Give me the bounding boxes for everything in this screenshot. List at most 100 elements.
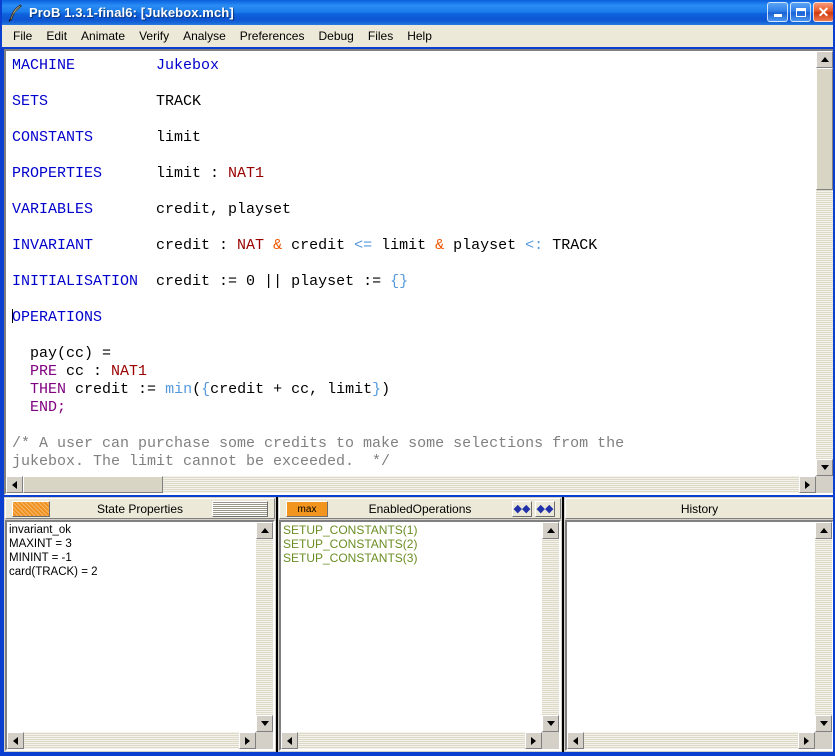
editor-scroll-thumb[interactable]	[816, 68, 833, 190]
chevron-down-icon	[820, 721, 828, 726]
history-header: History	[565, 498, 834, 519]
editor-horizontal-scrollbar[interactable]	[6, 476, 816, 493]
enabled-operations-title: EnabledOperations	[369, 502, 472, 516]
chevron-down-icon	[821, 465, 829, 470]
menu-item-animate[interactable]: Animate	[74, 27, 132, 45]
code-token: THEN	[30, 381, 66, 398]
code-line: PRE cc : NAT1	[12, 363, 816, 381]
code-token: MACHINE	[12, 57, 75, 74]
chevron-up-icon	[820, 528, 828, 533]
state-properties-options-button[interactable]	[212, 501, 268, 517]
source-code-text[interactable]: MACHINE Jukebox SETS TRACK CONSTANTS lim…	[6, 51, 816, 476]
scroll-right-button[interactable]	[798, 732, 815, 749]
history-vertical-scrollbar[interactable]	[815, 522, 832, 732]
code-line	[12, 147, 816, 165]
chevron-left-icon	[13, 737, 18, 745]
scroll-right-button[interactable]	[525, 732, 542, 749]
code-token: SETS	[12, 93, 48, 110]
enabled-operations-body: SETUP_CONSTANTS(1)SETUP_CONSTANTS(2)SETU…	[279, 520, 561, 751]
state-properties-horizontal-scrollbar[interactable]	[7, 732, 256, 749]
code-line: MACHINE Jukebox	[12, 57, 816, 75]
scroll-up-button[interactable]	[542, 522, 559, 539]
scroll-left-button[interactable]	[281, 732, 298, 749]
code-token: Jukebox	[156, 57, 219, 74]
code-line: VARIABLES credit, playset	[12, 201, 816, 219]
code-token: PRE	[30, 363, 57, 380]
code-line: THEN credit := min({credit + cc, limit})	[12, 381, 816, 399]
enabled-operations-list[interactable]: SETUP_CONSTANTS(1)SETUP_CONSTANTS(2)SETU…	[281, 522, 542, 732]
code-line	[12, 111, 816, 129]
state-properties-list[interactable]: invariant_okMAXINT = 3MININT = -1card(TR…	[7, 522, 256, 732]
list-item[interactable]: MAXINT = 3	[9, 537, 256, 551]
menu-item-analyse[interactable]: Analyse	[176, 27, 233, 45]
enabled-operations-vertical-scrollbar[interactable]	[542, 522, 559, 732]
scroll-up-button[interactable]	[256, 522, 273, 539]
code-token: {	[201, 381, 210, 398]
code-token: END;	[30, 399, 66, 416]
scroll-left-button[interactable]	[6, 476, 23, 493]
list-item[interactable]: SETUP_CONSTANTS(1)	[283, 523, 542, 537]
enabled-operations-horizontal-scrollbar[interactable]	[281, 732, 542, 749]
code-token: credit :	[156, 237, 237, 254]
scroll-down-button[interactable]	[816, 459, 833, 476]
list-item[interactable]: SETUP_CONSTANTS(2)	[283, 537, 542, 551]
code-line	[12, 183, 816, 201]
menu-item-file[interactable]: File	[6, 27, 39, 45]
scrollbar-corner	[256, 732, 273, 749]
enabled-operations-header: max EnabledOperations ◆◆ ◆◆	[279, 498, 561, 519]
source-editor[interactable]: MACHINE Jukebox SETS TRACK CONSTANTS lim…	[4, 49, 835, 495]
max-button[interactable]: max	[286, 501, 328, 517]
window-controls: ✕	[767, 2, 834, 22]
code-token	[93, 129, 156, 146]
menu-item-verify[interactable]: Verify	[132, 27, 176, 45]
history-horizontal-scrollbar[interactable]	[567, 732, 815, 749]
scroll-up-button[interactable]	[816, 51, 833, 68]
list-item[interactable]: SETUP_CONSTANTS(3)	[283, 551, 542, 565]
code-token: )	[381, 381, 390, 398]
code-line	[12, 255, 816, 273]
code-line: END;	[12, 399, 816, 417]
code-token: min	[165, 381, 192, 398]
list-item[interactable]: MININT = -1	[9, 551, 256, 565]
editor-hscroll-thumb[interactable]	[23, 476, 163, 493]
scroll-right-button[interactable]	[799, 476, 816, 493]
code-token: NAT	[237, 237, 264, 254]
scroll-left-button[interactable]	[567, 732, 584, 749]
list-item[interactable]: invariant_ok	[9, 523, 256, 537]
code-token	[93, 201, 156, 218]
scroll-up-button[interactable]	[815, 522, 832, 539]
code-token: limit :	[156, 165, 228, 182]
chevron-left-icon	[12, 481, 17, 489]
editor-vertical-scrollbar[interactable]	[816, 51, 833, 476]
scroll-left-button[interactable]	[7, 732, 24, 749]
history-back-button[interactable]: ◆◆	[512, 501, 532, 517]
scroll-right-button[interactable]	[239, 732, 256, 749]
close-button[interactable]: ✕	[813, 2, 834, 22]
menu-item-preferences[interactable]: Preferences	[233, 27, 312, 45]
scrollbar-corner	[815, 732, 832, 749]
state-properties-marker-button[interactable]	[12, 501, 50, 517]
scroll-down-button[interactable]	[815, 715, 832, 732]
chevron-left-icon	[287, 737, 292, 745]
state-properties-vertical-scrollbar[interactable]	[256, 522, 273, 732]
title-bar: ProB 1.3.1-final6: [Jukebox.mch] ✕	[2, 0, 835, 25]
history-forward-button[interactable]: ◆◆	[535, 501, 555, 517]
minimize-button[interactable]	[767, 2, 788, 22]
code-token	[264, 237, 273, 254]
code-token: OPERATIONS	[12, 309, 102, 326]
menu-item-files[interactable]: Files	[361, 27, 400, 45]
code-token: TRACK	[156, 93, 201, 110]
history-list[interactable]	[567, 522, 815, 732]
list-item[interactable]: card(TRACK) = 2	[9, 565, 256, 579]
menu-item-edit[interactable]: Edit	[39, 27, 74, 45]
code-token: jukebox. The limit cannot be exceeded. *…	[12, 453, 390, 470]
scroll-down-button[interactable]	[542, 715, 559, 732]
maximize-button[interactable]	[790, 2, 811, 22]
history-panel: History	[564, 497, 835, 752]
code-token: INVARIANT	[12, 237, 93, 254]
scroll-down-button[interactable]	[256, 715, 273, 732]
scrollbar-corner	[542, 732, 559, 749]
code-line: CONSTANTS limit	[12, 129, 816, 147]
menu-item-help[interactable]: Help	[400, 27, 439, 45]
menu-item-debug[interactable]: Debug	[311, 27, 360, 45]
